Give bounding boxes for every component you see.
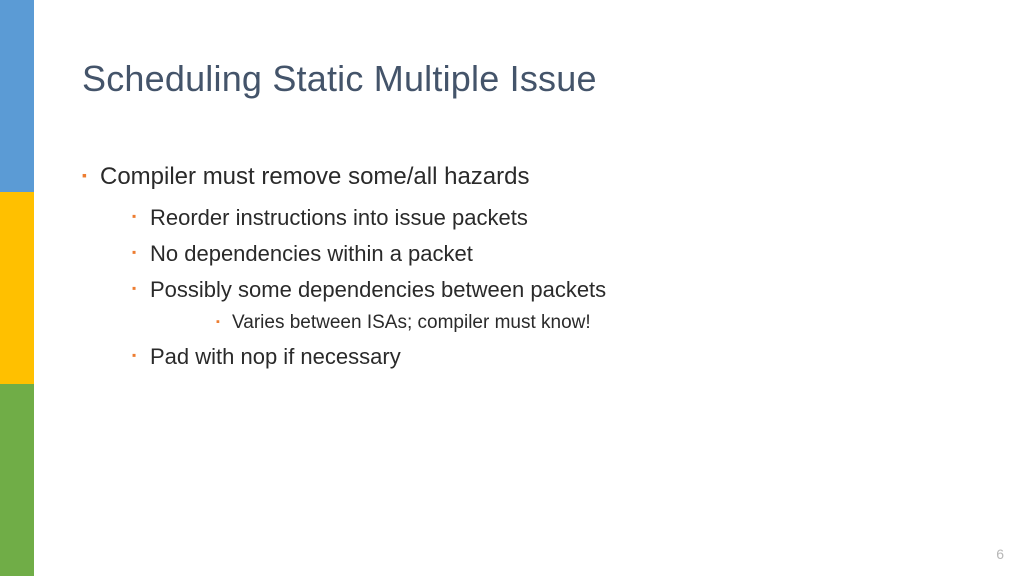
bullet-level2: Reorder instructions into issue packets — [100, 201, 964, 235]
bullet-level1: Compiler must remove some/all hazards Re… — [82, 160, 964, 374]
accent-stripe-green — [0, 384, 34, 576]
bullet-level2: No dependencies within a packet — [100, 237, 964, 271]
slide: Scheduling Static Multiple Issue Compile… — [0, 0, 1024, 576]
bullet-text: No dependencies within a packet — [150, 241, 473, 266]
bullet-level2: Pad with nop if necessary — [100, 340, 964, 374]
slide-title: Scheduling Static Multiple Issue — [82, 58, 597, 100]
bullet-text: Pad with nop if necessary — [150, 344, 401, 369]
bullet-level3: Varies between ISAs; compiler must know! — [150, 309, 964, 338]
slide-body: Compiler must remove some/all hazards Re… — [82, 160, 964, 378]
accent-stripe-blue — [0, 0, 34, 192]
bullet-text: Varies between ISAs; compiler must know! — [232, 312, 591, 333]
accent-stripe-yellow — [0, 192, 34, 384]
bullet-text: Reorder instructions into issue packets — [150, 205, 528, 230]
bullet-text: Possibly some dependencies between packe… — [150, 277, 606, 302]
bullet-level2: Possibly some dependencies between packe… — [100, 273, 964, 338]
page-number: 6 — [996, 546, 1004, 562]
bullet-text: Compiler must remove some/all hazards — [100, 163, 529, 190]
